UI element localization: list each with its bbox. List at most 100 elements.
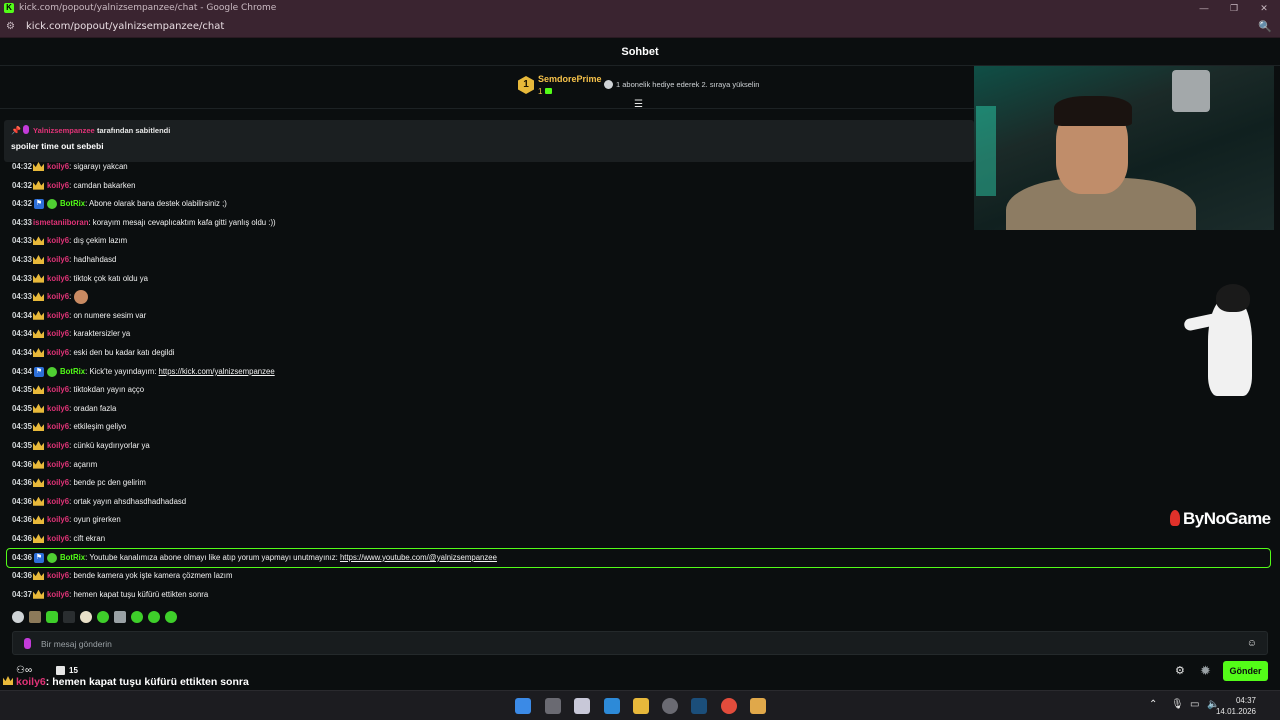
pinned-user[interactable]: Yalnizsempanzee [33, 126, 95, 135]
site-info-icon[interactable]: ⚙ [6, 21, 18, 33]
emote-2-icon[interactable] [29, 611, 41, 623]
chat-input-box[interactable]: ☺ [12, 631, 1268, 655]
chat-message[interactable]: 04:34 koily6: karaktersizler ya [0, 325, 1280, 343]
message-username[interactable]: koily6 [47, 311, 69, 320]
message-username[interactable]: koily6 [47, 255, 69, 264]
chat-message[interactable]: 04:33 koily6: [0, 288, 1280, 306]
chat-message[interactable]: 04:36 koily6: oyun girerken [0, 511, 1280, 529]
emote-4-icon[interactable] [63, 611, 75, 623]
media-app-icon[interactable] [750, 698, 766, 714]
rank-badge-icon: 1 [518, 76, 534, 94]
calendar-icon[interactable] [56, 666, 65, 675]
chat-message[interactable]: 04:37 koily6: hemen kapat tuşu küfürü ett… [0, 586, 1280, 604]
maximize-button[interactable]: ❐ [1219, 0, 1249, 16]
message-body: koily6: tiktokdan yayın açço [47, 381, 144, 399]
message-username[interactable]: koily6 [47, 515, 69, 524]
emote-6-icon[interactable] [97, 611, 109, 623]
gift-icon [545, 88, 552, 94]
pinned-by-label: tarafından sabitlendi [97, 126, 171, 135]
chat-message[interactable]: 04:34 ⚑ BotRix: Kick'te yayındayım: https:… [0, 363, 1280, 381]
system-clock[interactable]: 04:37 14.01.2026 [1216, 695, 1256, 717]
task-view-icon[interactable] [545, 698, 561, 714]
chat-message[interactable]: 04:36 koily6: bende pc den gelirim [0, 474, 1280, 492]
message-username[interactable]: koily6 [47, 292, 69, 301]
chat-message[interactable]: 04:35 koily6: oradan fazla [0, 400, 1280, 418]
emoji-picker-icon[interactable]: ☺ [1247, 638, 1257, 649]
emote-8-icon[interactable] [131, 611, 143, 623]
message-time: 04:37 [12, 589, 32, 599]
webcam-overlay [974, 66, 1274, 230]
message-username[interactable]: ismetaniiboran [33, 218, 88, 227]
settings-gear-icon[interactable]: ⚙ [1175, 664, 1185, 677]
chat-message[interactable]: 04:36 koily6: cift ekran [0, 530, 1280, 548]
chat-settings-icon[interactable]: ✹ [1200, 663, 1211, 679]
emote-1-icon[interactable] [12, 611, 24, 623]
viewers-icon[interactable]: ⚇∞ [16, 665, 32, 676]
subscriber-crown-icon [33, 162, 44, 171]
message-body: koily6: oradan fazla [47, 400, 116, 418]
message-username[interactable]: koily6 [47, 571, 69, 580]
message-username[interactable]: BotRix [60, 367, 85, 376]
message-text: : dış çekim lazım [69, 236, 128, 246]
chat-message[interactable]: 04:35 koily6: tiktokdan yayın açço [0, 381, 1280, 399]
message-username[interactable]: koily6 [47, 590, 69, 599]
message-username[interactable]: koily6 [47, 478, 69, 487]
chat-message[interactable]: 04:35 koily6: etkileşim geliyo [0, 418, 1280, 436]
capture-app-icon[interactable] [574, 698, 590, 714]
tray-chevron-icon[interactable]: ⌃ [1149, 699, 1157, 710]
message-username[interactable]: koily6 [47, 236, 69, 245]
minimize-button[interactable]: — [1189, 0, 1219, 16]
close-button[interactable]: ✕ [1249, 0, 1279, 16]
message-username[interactable]: BotRix [60, 553, 85, 562]
emote-3-icon[interactable] [46, 611, 58, 623]
chat-message[interactable]: 04:34 koily6: eski den bu kadar katı degi… [0, 344, 1280, 362]
start-menu-icon[interactable] [515, 698, 531, 714]
url-text[interactable]: kick.com/popout/yalnizsempanzee/chat [26, 21, 224, 32]
message-username[interactable]: koily6 [47, 441, 69, 450]
message-time: 04:36 [12, 515, 32, 525]
send-button[interactable]: Gönder [1223, 661, 1268, 681]
chat-message[interactable]: 04:36 koily6: açarım [0, 456, 1280, 474]
verified-badge-icon [47, 199, 57, 210]
message-username[interactable]: koily6 [47, 497, 69, 506]
message-link[interactable]: https://kick.com/yalnizsempanzee [159, 367, 275, 376]
bot-badge-icon: ⚑ [34, 199, 44, 210]
chat-message[interactable]: 04:33 koily6: dış çekim lazım [0, 232, 1280, 250]
address-bar[interactable]: ⚙ kick.com/popout/yalnizsempanzee/chat 🔍 [0, 16, 1280, 38]
steam-icon[interactable] [691, 698, 707, 714]
chrome-icon[interactable] [721, 698, 737, 714]
message-username[interactable]: koily6 [47, 385, 69, 394]
message-username[interactable]: koily6 [47, 274, 69, 283]
message-username[interactable]: koily6 [47, 348, 69, 357]
message-username[interactable]: koily6 [47, 422, 69, 431]
message-link[interactable]: https://www.youtube.com/@yalnizsempanzee [340, 553, 497, 562]
zoom-icon[interactable]: 🔍 [1258, 20, 1272, 33]
chat-message[interactable]: 04:33 koily6: hadhahdasd [0, 251, 1280, 269]
emote-9-icon[interactable] [148, 611, 160, 623]
message-username[interactable]: koily6 [47, 460, 69, 469]
microphone-icon[interactable]: 🎙 [1171, 699, 1184, 710]
pinned-message[interactable]: 📌 Yalnizsempanzee tarafından sabitlendi … [4, 120, 974, 162]
chat-message[interactable]: 04:36 koily6: ortak yayın ahsdhasdhadhada… [0, 493, 1280, 511]
emote-5-icon[interactable] [80, 611, 92, 623]
chat-input[interactable] [41, 636, 1241, 652]
message-username[interactable]: koily6 [47, 162, 69, 171]
photos-app-icon[interactable] [604, 698, 620, 714]
leader-name[interactable]: SemdorePrime [538, 74, 602, 84]
chat-message[interactable]: 04:36 ⚑ BotRix: Youtube kanalımıza abone o… [6, 547, 1271, 568]
emote-7-icon[interactable] [114, 611, 126, 623]
emote-bar [12, 611, 177, 627]
emote-10-icon[interactable] [165, 611, 177, 623]
chat-message[interactable]: 04:33 koily6: tiktok çok katı oldu ya [0, 270, 1280, 288]
chat-message[interactable]: 04:36 koily6: bende kamera yok işte kamer… [0, 567, 1280, 585]
message-username[interactable]: koily6 [47, 404, 69, 413]
chat-message[interactable]: 04:35 koily6: cünkü kaydırıyorlar ya [0, 437, 1280, 455]
message-username[interactable]: koily6 [47, 329, 69, 338]
network-icon[interactable]: ▭ [1190, 699, 1199, 710]
file-explorer-icon[interactable] [633, 698, 649, 714]
message-username[interactable]: BotRix [60, 199, 85, 208]
message-username[interactable]: koily6 [47, 181, 69, 190]
message-username[interactable]: koily6 [47, 534, 69, 543]
chat-message[interactable]: 04:34 koily6: on numere sesim var [0, 307, 1280, 325]
obs-app-icon[interactable] [662, 698, 678, 714]
